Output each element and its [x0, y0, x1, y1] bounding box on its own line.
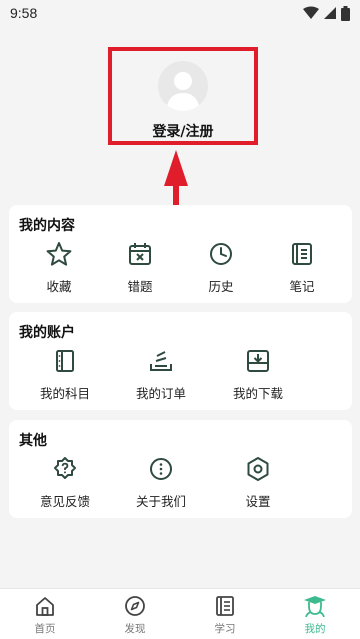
tab-home[interactable]: 首页: [0, 589, 90, 639]
study-icon: [216, 596, 234, 616]
item-favorites[interactable]: 收藏: [19, 241, 99, 301]
settings-icon: [245, 456, 271, 482]
other-items: 意见反馈 关于我们 设置: [9, 456, 352, 516]
card-my-content: 我的内容 收藏 错题 历史 笔记: [9, 205, 352, 303]
book-icon: [52, 348, 78, 374]
item-my-orders[interactable]: 我的订单: [121, 348, 201, 408]
compass-icon: [125, 596, 145, 616]
status-time: 9:58: [10, 5, 38, 21]
login-register-link[interactable]: 登录/注册: [152, 121, 213, 141]
tab-mine[interactable]: 我的: [270, 589, 360, 639]
wifi-icon: [303, 6, 319, 19]
more-icon: [148, 456, 174, 482]
tab-label: 我的: [304, 623, 326, 635]
star-icon: [46, 241, 72, 267]
order-icon: [148, 348, 174, 374]
item-label: 关于我们: [135, 494, 186, 509]
item-settings[interactable]: 设置: [218, 456, 298, 516]
item-history[interactable]: 历史: [181, 241, 261, 301]
item-wrong-questions[interactable]: 错题: [100, 241, 180, 301]
login-profile-area[interactable]: 登录/注册: [108, 47, 258, 145]
download-icon: [245, 348, 271, 374]
item-label: 我的科目: [39, 386, 90, 401]
profile-icon: [304, 596, 326, 617]
avatar: [158, 61, 208, 111]
item-label: 我的订单: [135, 386, 186, 401]
tab-study[interactable]: 学习: [180, 589, 270, 639]
item-my-subjects[interactable]: 我的科目: [25, 348, 105, 408]
notes-icon: [289, 241, 315, 267]
battery-icon: [341, 5, 350, 21]
bottom-tab-bar: 首页 发现 学习 我的: [0, 588, 360, 639]
signal-icon: [324, 7, 336, 19]
default-avatar-icon: [166, 72, 200, 111]
my-content-items: 收藏 错题 历史 笔记: [9, 241, 352, 301]
card-other: 其他 意见反馈 关于我们 设置: [9, 420, 352, 518]
card-my-account: 我的账户 我的科目 我的订单 我的下载: [9, 312, 352, 410]
clock-icon: [208, 241, 234, 267]
section-title-other: 其他: [19, 433, 47, 449]
item-my-downloads[interactable]: 我的下载: [218, 348, 298, 408]
item-label: 意见反馈: [39, 494, 90, 509]
section-title-my-account: 我的账户: [19, 325, 75, 341]
feedback-icon: [52, 456, 78, 482]
item-label: 我的下载: [232, 386, 283, 401]
item-about-us[interactable]: 关于我们: [121, 456, 201, 516]
item-label: 笔记: [289, 279, 315, 294]
tab-label: 学习: [214, 623, 236, 635]
status-icons: [303, 5, 350, 21]
status-bar: 9:58: [0, 0, 360, 26]
tab-discover[interactable]: 发现: [90, 589, 180, 639]
my-account-items: 我的科目 我的订单 我的下载: [9, 348, 352, 408]
item-label: 收藏: [46, 279, 72, 294]
item-feedback[interactable]: 意见反馈: [25, 456, 105, 516]
tab-label: 首页: [34, 623, 56, 635]
item-notes[interactable]: 笔记: [262, 241, 342, 301]
tab-label: 发现: [124, 623, 146, 635]
section-title-my-content: 我的内容: [19, 218, 75, 234]
item-label: 设置: [245, 494, 271, 509]
home-icon: [36, 597, 54, 616]
item-label: 历史: [208, 279, 234, 294]
item-label: 错题: [127, 279, 153, 294]
calendar-x-icon: [127, 241, 153, 267]
